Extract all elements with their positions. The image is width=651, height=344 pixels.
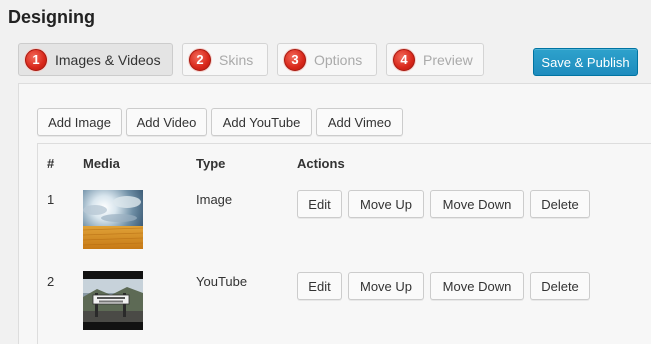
column-header-actions: Actions	[297, 156, 345, 171]
tab-label: Options	[314, 51, 363, 68]
column-header-type: Type	[196, 156, 226, 171]
page-title: Designing	[8, 7, 96, 27]
media-type: YouTube	[196, 274, 248, 289]
tab-preview[interactable]: 4 Preview	[386, 43, 484, 76]
tab-images-videos[interactable]: 1 Images & Videos	[18, 43, 173, 76]
edit-button[interactable]: Edit	[297, 190, 342, 218]
row-number: 2	[47, 274, 55, 289]
edit-button[interactable]: Edit	[297, 272, 342, 300]
column-header-number: #	[47, 156, 55, 171]
sky-desert-image	[83, 190, 143, 249]
add-image-button[interactable]: Add Image	[37, 108, 122, 136]
step-number-badge: 4	[393, 48, 415, 71]
tab-label: Preview	[423, 51, 473, 68]
move-up-button[interactable]: Move Up	[348, 190, 424, 218]
save-publish-button[interactable]: Save & Publish	[533, 48, 638, 76]
tab-label: Images & Videos	[55, 51, 161, 68]
add-vimeo-button[interactable]: Add Vimeo	[316, 108, 403, 136]
media-thumbnail	[83, 190, 143, 249]
delete-button[interactable]: Delete	[530, 272, 590, 300]
step-number-badge: 3	[284, 48, 306, 71]
street-sign-image	[83, 271, 143, 330]
add-video-button[interactable]: Add Video	[126, 108, 207, 136]
row-number: 1	[47, 192, 55, 207]
step-number-badge: 1	[25, 48, 47, 71]
media-type: Image	[196, 192, 233, 207]
delete-button[interactable]: Delete	[530, 190, 590, 218]
column-header-media: Media	[83, 156, 120, 171]
tab-label: Skins	[219, 51, 254, 68]
move-up-button[interactable]: Move Up	[348, 272, 424, 300]
add-youtube-button[interactable]: Add YouTube	[211, 108, 312, 136]
step-number-badge: 2	[189, 48, 211, 71]
move-down-button[interactable]: Move Down	[430, 190, 524, 218]
tab-options[interactable]: 3 Options	[277, 43, 377, 76]
tab-skins[interactable]: 2 Skins	[182, 43, 268, 76]
move-down-button[interactable]: Move Down	[430, 272, 524, 300]
media-thumbnail	[83, 271, 143, 330]
